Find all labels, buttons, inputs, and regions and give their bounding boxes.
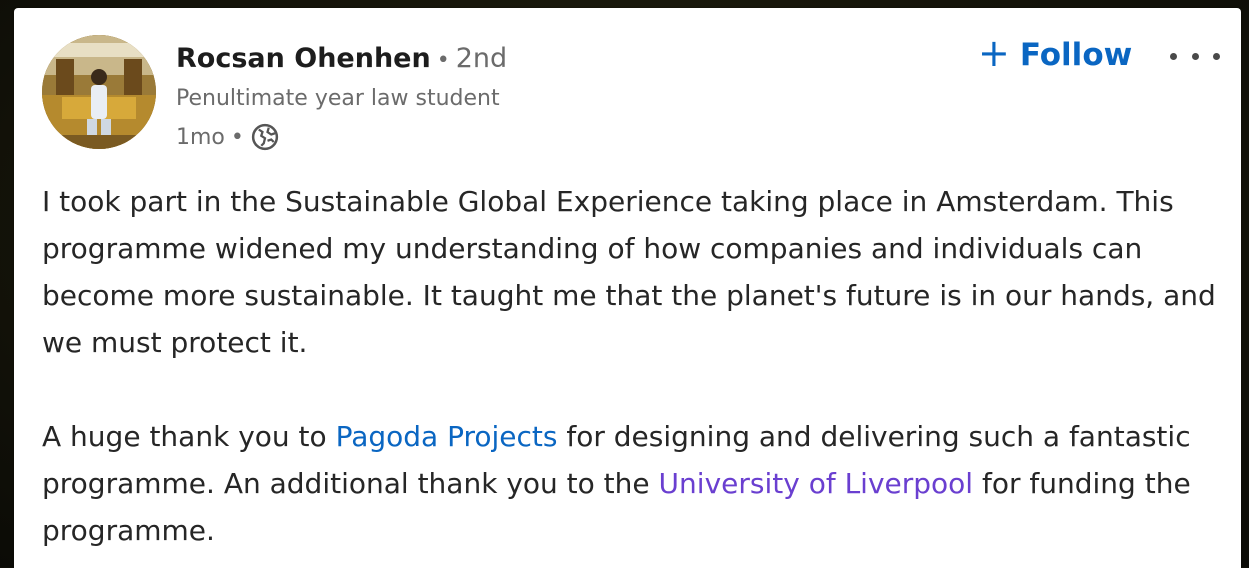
more-dot-icon xyxy=(1191,52,1199,60)
post-time: 1mo xyxy=(176,124,225,150)
author-name[interactable]: Rocsan Ohenhen xyxy=(176,43,431,74)
more-dot-icon xyxy=(1213,52,1220,60)
paragraph-2-text: A huge thank you to xyxy=(42,420,336,453)
post-body: I took part in the Sustainable Global Ex… xyxy=(42,178,1222,554)
globe-icon xyxy=(250,122,280,152)
meta-separator: • xyxy=(230,124,244,150)
author-headline: Penultimate year law student xyxy=(176,86,500,111)
follow-label: Follow xyxy=(1019,37,1133,73)
author-name-row: Rocsan Ohenhen • 2nd xyxy=(176,42,507,78)
author-avatar[interactable] xyxy=(42,35,156,149)
avatar-photo xyxy=(42,35,156,149)
follow-button[interactable]: + Follow xyxy=(974,34,1136,76)
mention-pagoda-projects[interactable]: Pagoda Projects xyxy=(336,420,558,453)
mention-university-of-liverpool[interactable]: University of Liverpool xyxy=(659,467,974,500)
post-meta: 1mo • xyxy=(176,122,280,152)
post-paragraph-2: A huge thank you to Pagoda Projects for … xyxy=(42,413,1222,554)
plus-icon: + xyxy=(978,31,1010,75)
post-card: Rocsan Ohenhen • 2nd Penultimate year law … xyxy=(14,8,1241,568)
more-options-button[interactable] xyxy=(1166,38,1224,74)
connection-degree: 2nd xyxy=(455,43,508,74)
post-paragraph-1: I took part in the Sustainable Global Ex… xyxy=(42,185,1216,359)
more-dot-icon xyxy=(1170,52,1177,60)
separator-dot: • xyxy=(436,48,450,73)
